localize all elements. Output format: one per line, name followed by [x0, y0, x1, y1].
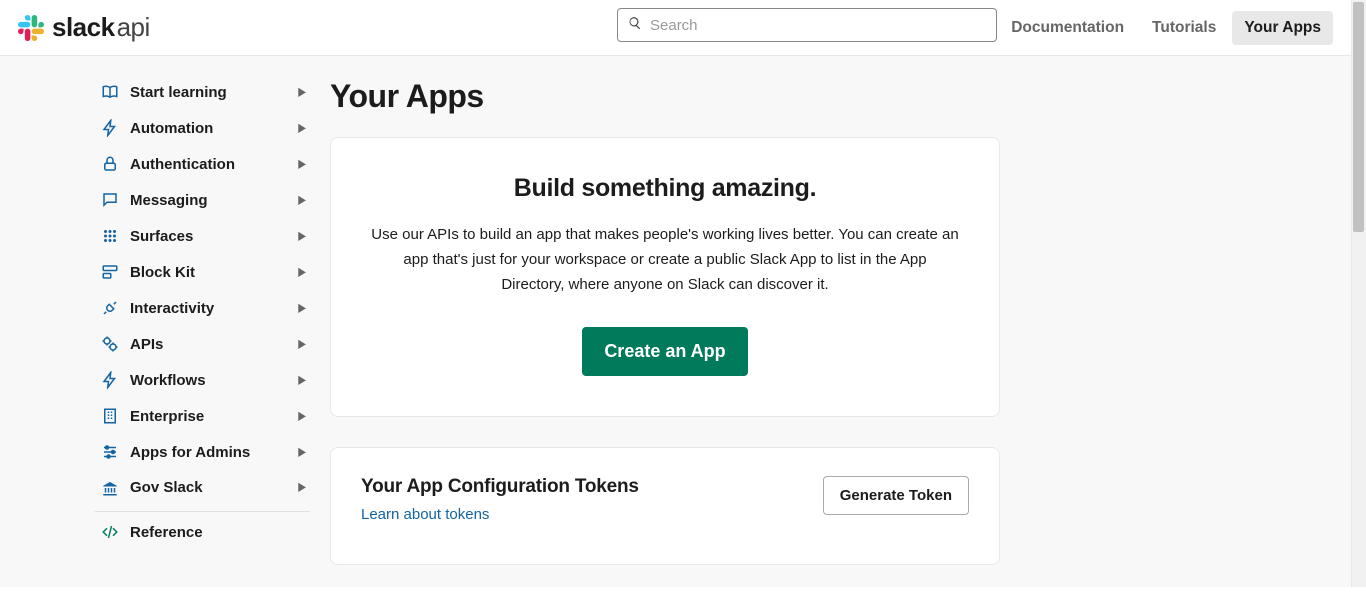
sidebar-item-label: Block Kit — [130, 264, 298, 281]
tokens-heading: Your App Configuration Tokens — [361, 476, 639, 498]
sidebar-item-reference[interactable]: Reference — [95, 514, 310, 550]
sidebar-item-label: APIs — [130, 336, 298, 353]
chevron-right-icon: ▶ — [298, 373, 306, 386]
bolt-icon — [99, 371, 121, 389]
sidebar-item-apps-for-admins[interactable]: Apps for Admins ▶ — [95, 434, 310, 470]
chevron-right-icon: ▶ — [298, 121, 306, 134]
grid-icon — [99, 227, 121, 245]
hero-heading: Build something amazing. — [361, 174, 969, 203]
chevron-right-icon: ▶ — [298, 481, 306, 494]
scrollbar-thumb[interactable] — [1353, 2, 1364, 232]
building-icon — [99, 407, 121, 425]
sidebar-item-messaging[interactable]: Messaging ▶ — [95, 182, 310, 218]
search-box[interactable] — [617, 8, 997, 42]
create-app-button[interactable]: Create an App — [582, 327, 747, 376]
top-nav: Documentation Tutorials Your Apps — [999, 0, 1333, 56]
sidebar-item-automation[interactable]: Automation ▶ — [95, 110, 310, 146]
sidebar: Start learning ▶ Automation ▶ Authentica… — [95, 74, 310, 550]
search-input[interactable] — [650, 17, 986, 34]
sidebar-item-label: Workflows — [130, 372, 298, 389]
page-body: Start learning ▶ Automation ▶ Authentica… — [0, 56, 1351, 587]
plug-icon — [99, 299, 121, 317]
sidebar-item-label: Surfaces — [130, 228, 298, 245]
chevron-right-icon: ▶ — [298, 265, 306, 278]
tokens-card: Your App Configuration Tokens Learn abou… — [330, 447, 1000, 565]
generate-token-button[interactable]: Generate Token — [823, 476, 969, 515]
nav-your-apps[interactable]: Your Apps — [1232, 11, 1333, 45]
chat-icon — [99, 191, 121, 209]
chevron-right-icon: ▶ — [298, 193, 306, 206]
chevron-right-icon: ▶ — [298, 445, 306, 458]
chevron-right-icon: ▶ — [298, 157, 306, 170]
sidebar-item-label: Gov Slack — [130, 479, 298, 496]
search-icon — [628, 16, 642, 35]
sidebar-item-authentication[interactable]: Authentication ▶ — [95, 146, 310, 182]
slack-logo-icon — [18, 15, 44, 41]
government-icon — [99, 479, 121, 497]
scrollbar-track[interactable] — [1351, 0, 1366, 587]
logo-text: slackapi — [52, 12, 150, 43]
sidebar-item-start-learning[interactable]: Start learning ▶ — [95, 74, 310, 110]
nav-tutorials[interactable]: Tutorials — [1140, 11, 1228, 45]
nav-documentation[interactable]: Documentation — [999, 11, 1136, 45]
logo[interactable]: slackapi — [18, 12, 150, 43]
search-container — [617, 8, 997, 42]
sidebar-item-label: Automation — [130, 120, 298, 137]
code-icon — [99, 523, 121, 541]
sidebar-item-surfaces[interactable]: Surfaces ▶ — [95, 218, 310, 254]
bolt-icon — [99, 119, 121, 137]
sidebar-item-enterprise[interactable]: Enterprise ▶ — [95, 398, 310, 434]
sliders-icon — [99, 443, 121, 461]
header: slackapi Documentation Tutorials Your Ap… — [0, 0, 1351, 56]
chevron-right-icon: ▶ — [298, 229, 306, 242]
sidebar-item-label: Interactivity — [130, 300, 298, 317]
sidebar-item-label: Enterprise — [130, 408, 298, 425]
sidebar-item-gov-slack[interactable]: Gov Slack ▶ — [95, 470, 310, 512]
sidebar-item-workflows[interactable]: Workflows ▶ — [95, 362, 310, 398]
sidebar-item-block-kit[interactable]: Block Kit ▶ — [95, 254, 310, 290]
main-content: Your Apps Build something amazing. Use o… — [330, 78, 1000, 595]
sidebar-item-interactivity[interactable]: Interactivity ▶ — [95, 290, 310, 326]
learn-tokens-link[interactable]: Learn about tokens — [361, 506, 489, 523]
layout-icon — [99, 263, 121, 281]
sidebar-item-label: Start learning — [130, 84, 298, 101]
sidebar-item-label: Reference — [130, 524, 306, 541]
sidebar-item-label: Apps for Admins — [130, 444, 298, 461]
sidebar-item-label: Authentication — [130, 156, 298, 173]
sidebar-item-label: Messaging — [130, 192, 298, 209]
hero-card: Build something amazing. Use our APIs to… — [330, 137, 1000, 417]
tokens-info: Your App Configuration Tokens Learn abou… — [361, 476, 639, 524]
hero-description: Use our APIs to build an app that makes … — [371, 223, 959, 297]
chevron-right-icon: ▶ — [298, 85, 306, 98]
book-icon — [99, 83, 121, 101]
gears-icon — [99, 335, 121, 353]
lock-icon — [99, 155, 121, 173]
chevron-right-icon: ▶ — [298, 301, 306, 314]
page-title: Your Apps — [330, 78, 1000, 115]
sidebar-item-apis[interactable]: APIs ▶ — [95, 326, 310, 362]
chevron-right-icon: ▶ — [298, 409, 306, 422]
chevron-right-icon: ▶ — [298, 337, 306, 350]
